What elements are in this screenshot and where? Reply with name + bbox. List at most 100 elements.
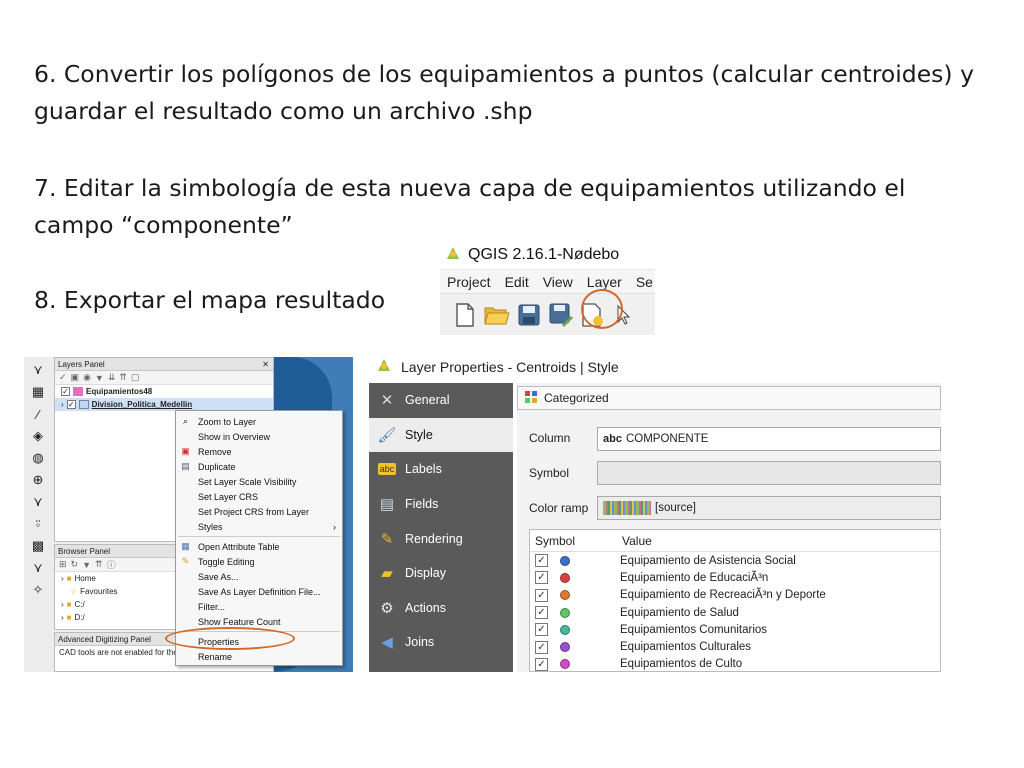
add-wms-icon[interactable]: ⊕ bbox=[28, 471, 48, 489]
refresh-icon[interactable]: ↻ bbox=[71, 559, 79, 570]
menu-item-set-layer-crs[interactable]: Set Layer CRS bbox=[176, 489, 342, 504]
digitizing-panel-title: Advanced Digitizing Panel bbox=[58, 635, 151, 644]
collapse-icon[interactable]: ⇈ bbox=[95, 559, 103, 570]
layer-properties-dialog: Layer Properties - Centroids | Style ✕ Ge… bbox=[369, 350, 941, 672]
table-row[interactable]: ✓ Equipamiento de EducaciÃ³n bbox=[530, 569, 940, 586]
layer-checkbox[interactable]: ✓ bbox=[66, 400, 76, 409]
info-icon[interactable]: ⓘ bbox=[107, 558, 116, 571]
category-value: Equipamientos Culturales bbox=[620, 641, 752, 654]
table-row[interactable]: ✓ Equipamiento de Salud bbox=[530, 604, 940, 621]
menu-project[interactable]: Project bbox=[440, 274, 498, 290]
filter-icon[interactable]: ▼ bbox=[95, 373, 104, 383]
menu-item-toggle-editing[interactable]: ✎ Toggle Editing bbox=[176, 554, 342, 569]
sidebar-item-rendering[interactable]: ✎ Rendering bbox=[369, 521, 513, 556]
symbol-dot[interactable] bbox=[560, 555, 570, 566]
menu-item-scale-visibility[interactable]: Set Layer Scale Visibility bbox=[176, 474, 342, 489]
symbol-dot[interactable] bbox=[560, 572, 570, 583]
add-raster-icon[interactable]: ▦ bbox=[28, 383, 48, 401]
style-icon[interactable]: ✓ bbox=[59, 372, 67, 383]
menu-item-open-attribute-table[interactable]: ▦ Open Attribute Table bbox=[176, 539, 342, 554]
save-project-button[interactable] bbox=[516, 301, 542, 329]
symbol-dot[interactable] bbox=[560, 642, 570, 653]
pencil-icon: ✎ bbox=[181, 556, 190, 566]
menu-separator bbox=[178, 536, 340, 537]
add-icon[interactable]: ⊞ bbox=[59, 559, 67, 570]
sidebar-item-general[interactable]: ✕ General bbox=[369, 383, 513, 418]
menu-item-save-layer-definition[interactable]: Save As Layer Definition File... bbox=[176, 584, 342, 599]
category-checkbox[interactable]: ✓ bbox=[535, 554, 548, 568]
symbol-dot[interactable] bbox=[560, 607, 570, 618]
table-row[interactable]: ✓ Equipamiento de Asistencia Social bbox=[530, 552, 940, 569]
menu-layer[interactable]: Layer bbox=[580, 274, 629, 290]
menu-item-show-in-overview[interactable]: Show in Overview bbox=[176, 429, 342, 444]
menu-item-rename[interactable]: Rename bbox=[176, 649, 342, 664]
renderer-select[interactable]: Categorized bbox=[517, 386, 941, 410]
menu-item-save-as[interactable]: Save As... bbox=[176, 569, 342, 584]
sidebar-item-labels[interactable]: abc Labels bbox=[369, 452, 513, 487]
menu-item-zoom-to-layer[interactable]: ⌕ Zoom to Layer bbox=[176, 414, 342, 429]
category-checkbox[interactable]: ✓ bbox=[535, 657, 548, 671]
sidebar-item-display[interactable]: ▰ Display bbox=[369, 556, 513, 591]
menu-item-show-feature-count[interactable]: Show Feature Count bbox=[176, 614, 342, 629]
gps-icon[interactable]: ✧ bbox=[28, 581, 48, 599]
add-delimited-icon[interactable]: ⁄ bbox=[28, 405, 48, 423]
column-select[interactable]: abc COMPONENTE bbox=[597, 427, 941, 451]
save-as-button[interactable] bbox=[548, 301, 574, 329]
layer-row[interactable]: ✓ Equipamientos48 bbox=[55, 385, 273, 398]
symbol-dot[interactable] bbox=[560, 624, 570, 635]
properties-highlight-circle bbox=[165, 627, 295, 650]
menu-item-set-project-crs[interactable]: Set Project CRS from Layer bbox=[176, 504, 342, 519]
table-icon: ▦ bbox=[181, 541, 190, 551]
category-checkbox[interactable]: ✓ bbox=[535, 606, 548, 620]
table-row[interactable]: ✓ Equipamiento de RecreaciÃ³n y Deporte bbox=[530, 587, 940, 604]
open-project-button[interactable] bbox=[484, 301, 510, 329]
table-row[interactable]: ✓ Equipamientos Comunitarios bbox=[530, 621, 940, 638]
color-ramp-select[interactable]: [source] bbox=[597, 496, 941, 520]
sidebar-item-joins[interactable]: ◀ Joins bbox=[369, 625, 513, 660]
eye-icon[interactable]: ◉ bbox=[83, 372, 91, 383]
table-row[interactable]: ✓ Equipamientos Culturales bbox=[530, 638, 940, 655]
menu-item-filter[interactable]: Filter... bbox=[176, 599, 342, 614]
color-ramp-preview bbox=[603, 501, 651, 515]
add-oracle-icon[interactable]: ⍤ bbox=[28, 515, 48, 533]
collapse-icon[interactable]: ⇈ bbox=[119, 372, 127, 383]
add-group-icon[interactable]: ▣ bbox=[71, 372, 80, 383]
qgis-main-screenshot: ⋎ ▦ ⁄ ◈ ◍ ⊕ ⋎ ⍤ ▩ ⋎ ✧ Layers Panel ✕ ✓ ▣… bbox=[24, 357, 353, 672]
symbol-button[interactable] bbox=[597, 461, 941, 485]
new-shapefile-icon[interactable]: ⋎ bbox=[28, 559, 48, 577]
category-checkbox[interactable]: ✓ bbox=[535, 571, 548, 585]
category-checkbox[interactable]: ✓ bbox=[535, 623, 548, 637]
sidebar-item-actions[interactable]: ⚙ Actions bbox=[369, 591, 513, 626]
color-ramp-label: Color ramp bbox=[529, 501, 589, 515]
menu-item-duplicate[interactable]: ▤ Duplicate bbox=[176, 459, 342, 474]
category-value: Equipamiento de RecreaciÃ³n y Deporte bbox=[620, 589, 826, 602]
category-checkbox[interactable]: ✓ bbox=[535, 640, 548, 654]
sidebar-item-style[interactable]: 🖌 Style bbox=[369, 417, 513, 453]
field-type-abc: abc bbox=[603, 433, 622, 445]
symbol-dot[interactable] bbox=[560, 659, 570, 670]
add-spatialite-icon[interactable]: ◈ bbox=[28, 427, 48, 445]
add-mssql-icon[interactable]: ▩ bbox=[28, 537, 48, 555]
category-checkbox[interactable]: ✓ bbox=[535, 588, 548, 602]
sidebar-item-fields[interactable]: ▤ Fields bbox=[369, 487, 513, 522]
symbol-dot[interactable] bbox=[560, 590, 570, 601]
filter-icon[interactable]: ▼ bbox=[82, 560, 91, 570]
close-icon[interactable]: ✕ bbox=[262, 358, 269, 370]
add-vector-icon[interactable]: ⋎ bbox=[28, 361, 48, 379]
expand-icon[interactable]: ⇊ bbox=[108, 372, 116, 383]
add-wfs-icon[interactable]: ⋎ bbox=[28, 493, 48, 511]
qgis-toolbar bbox=[440, 293, 655, 335]
category-value: Equipamientos Comunitarios bbox=[620, 623, 768, 636]
remove-layer-icon[interactable]: ▢ bbox=[131, 372, 140, 383]
add-postgis-icon[interactable]: ◍ bbox=[28, 449, 48, 467]
table-row[interactable]: ✓ Equipamientos de Culto bbox=[530, 656, 940, 672]
menu-edit[interactable]: Edit bbox=[498, 274, 536, 290]
layer-checkbox[interactable]: ✓ bbox=[61, 387, 70, 396]
new-project-button[interactable] bbox=[452, 301, 478, 329]
expand-arrow-icon[interactable]: › bbox=[61, 400, 64, 409]
menu-item-remove[interactable]: ▣ Remove bbox=[176, 444, 342, 459]
menu-view[interactable]: View bbox=[536, 274, 580, 290]
menu-item-styles[interactable]: Styles › bbox=[176, 519, 342, 534]
qgis-logo-icon bbox=[444, 244, 462, 267]
menu-settings[interactable]: Se bbox=[629, 274, 655, 290]
